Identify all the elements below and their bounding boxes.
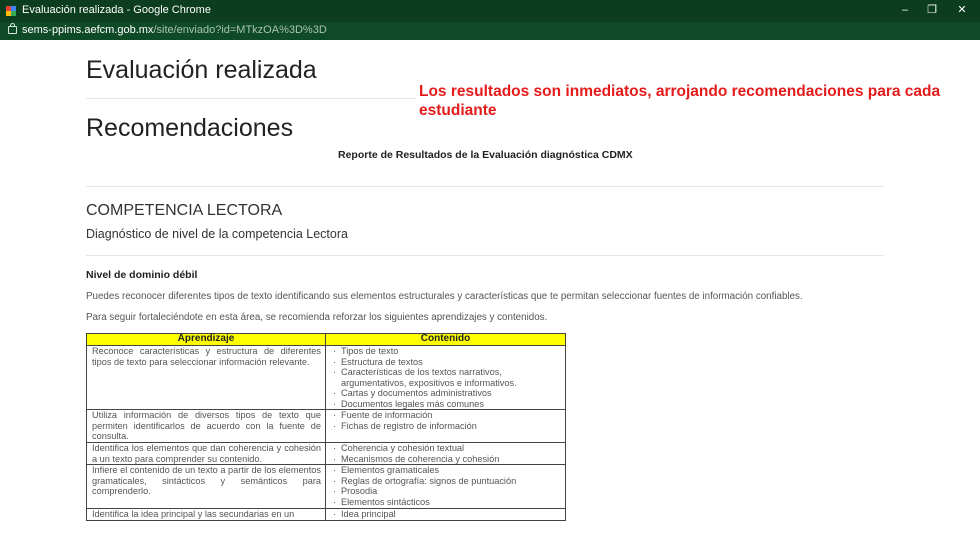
chrome-app-icon (6, 6, 16, 16)
competence-title: COMPETENCIA LECTORA (86, 202, 283, 219)
contenido-cell: Idea principal (325, 508, 566, 521)
aprendizaje-cell: Identifica los elementos que dan coheren… (86, 442, 326, 465)
contenido-item: Reglas de ortografía: signos de puntuaci… (331, 476, 561, 487)
contenido-item: Fuente de información (331, 410, 561, 421)
table-row: Identifica la idea principal y las secun… (86, 508, 566, 521)
header-contenido: Contenido (325, 333, 566, 346)
contenido-item: Cartas y documentos administrativos (331, 388, 561, 399)
window-titlebar: Evaluación realizada - Google Chrome – ❐… (0, 0, 980, 22)
contenido-item: Estructura de textos (331, 357, 561, 368)
table-row: Utiliza información de diversos tipos de… (86, 409, 566, 443)
aprendizaje-cell: Reconoce características y estructura de… (86, 345, 326, 410)
competence-subtitle: Diagnóstico de nivel de la competencia L… (86, 227, 348, 241)
contenido-item: Elementos sintácticos (331, 497, 561, 508)
recommendation-text: Para seguir fortaleciéndote en esta área… (86, 312, 548, 323)
contenido-cell: Tipos de texto Estructura de textos Cara… (325, 345, 566, 410)
divider (86, 98, 416, 99)
recommendations-table: Aprendizaje Contenido Reconoce caracterí… (86, 333, 566, 521)
table-row: Infiere el contenido de un texto a parti… (86, 464, 566, 509)
aprendizaje-cell: Utiliza información de diversos tipos de… (86, 409, 326, 443)
minimize-icon[interactable]: – (896, 2, 914, 18)
table-header-row: Aprendizaje Contenido (86, 333, 566, 346)
contenido-item: Tipos de texto (331, 346, 561, 357)
contenido-cell: Coherencia y cohesión textual Mecanismos… (325, 442, 566, 465)
section-heading: Recomendaciones (86, 114, 294, 142)
aprendizaje-cell: Infiere el contenido de un texto a parti… (86, 464, 326, 509)
address-bar[interactable]: sems-ppims.aefcm.gob.mx/site/enviado?id=… (0, 22, 980, 40)
level-label: Nivel de dominio débil (86, 269, 198, 281)
divider (86, 255, 884, 256)
contenido-item: Mecanismos de coherencia y cohesión (331, 454, 561, 465)
contenido-item: Fichas de registro de información (331, 421, 561, 432)
contenido-cell: Fuente de información Fichas de registro… (325, 409, 566, 443)
table-row: Reconoce características y estructura de… (86, 345, 566, 410)
contenido-item: Características de los textos narrativos… (331, 367, 561, 388)
contenido-item: Elementos gramaticales (331, 465, 561, 476)
level-description: Puedes reconocer diferentes tipos de tex… (86, 291, 803, 302)
annotation-text: Los resultados son inmediatos, arrojando… (419, 83, 941, 119)
divider (86, 186, 884, 187)
url-text[interactable]: sems-ppims.aefcm.gob.mx/site/enviado?id=… (22, 24, 327, 36)
restore-icon[interactable]: ❐ (923, 2, 941, 18)
contenido-item: Coherencia y cohesión textual (331, 443, 561, 454)
url-domain: sems-ppims.aefcm.gob.mx (22, 24, 154, 36)
table-row: Identifica los elementos que dan coheren… (86, 442, 566, 465)
header-aprendizaje: Aprendizaje (86, 333, 326, 346)
contenido-cell: Elementos gramaticales Reglas de ortogra… (325, 464, 566, 509)
lock-icon (8, 23, 17, 34)
contenido-item: Documentos legales más comunes (331, 399, 561, 410)
window-title: Evaluación realizada - Google Chrome (22, 4, 211, 16)
close-icon[interactable]: ✕ (953, 2, 971, 18)
report-title: Reporte de Resultados de la Evaluación d… (338, 149, 633, 161)
aprendizaje-cell: Identifica la idea principal y las secun… (86, 508, 326, 521)
contenido-item: Idea principal (331, 509, 561, 520)
url-path: /site/enviado?id=MTkzOA%3D%3D (153, 24, 327, 36)
page-title: Evaluación realizada (86, 56, 317, 84)
contenido-item: Prosodia (331, 486, 561, 497)
